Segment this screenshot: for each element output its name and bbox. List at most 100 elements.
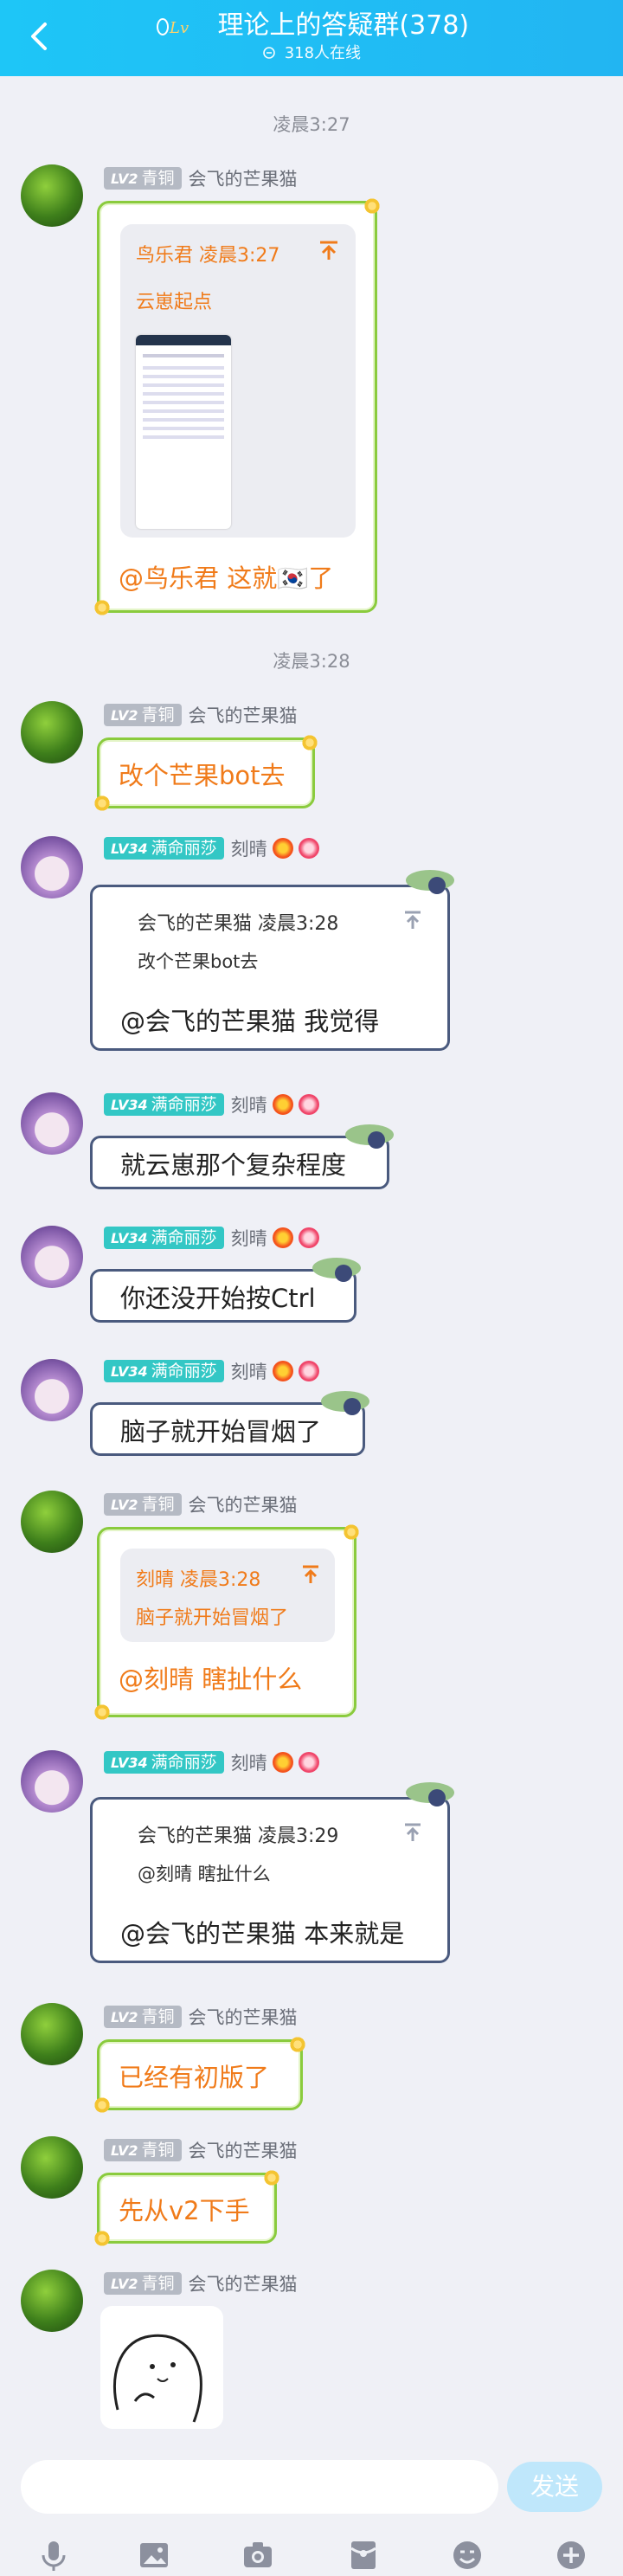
character-decoration-icon	[406, 1782, 454, 1806]
camera-icon[interactable]	[241, 2538, 275, 2573]
message-text: 你还没开始按Ctrl	[120, 1284, 316, 1313]
online-count-row: 318人在线	[0, 43, 623, 64]
image-icon[interactable]	[137, 2538, 171, 2573]
message-bubble[interactable]: 脑子就开始冒烟了	[90, 1391, 369, 1456]
avatar[interactable]	[21, 1092, 83, 1155]
sender-meta: LV34 满命丽莎 刻晴	[104, 1750, 319, 1774]
flower-decoration-icon	[93, 2096, 112, 2115]
smile-badge-icon	[298, 1094, 319, 1115]
chat-header: Lv 理论上的答疑群(378) 318人在线	[0, 0, 623, 76]
input-bar: 发送	[0, 2450, 623, 2576]
avatar[interactable]	[21, 1491, 83, 1553]
message-bubble[interactable]: 已经有初版了	[93, 2035, 307, 2115]
jump-to-quote-icon[interactable]	[402, 910, 423, 931]
avatar[interactable]	[21, 2136, 83, 2199]
red-packet-icon[interactable]	[346, 2538, 381, 2573]
sender-name[interactable]: 刻晴	[231, 1749, 267, 1775]
level-badge: LV34 满命丽莎	[104, 837, 224, 860]
flower-decoration-icon	[262, 2168, 281, 2187]
avatar[interactable]	[21, 1359, 83, 1421]
timestamp: 凌晨3:28	[273, 651, 350, 672]
quoted-message[interactable]: 鸟乐君 凌晨3:27 云崽起点	[120, 224, 356, 538]
online-count: 318人在线	[284, 44, 362, 62]
message-bubble[interactable]: 鸟乐君 凌晨3:27 云崽起点 @鸟乐君 这就🇰🇷了	[93, 196, 382, 617]
group-title-row[interactable]: Lv 理论上的答疑群(378)	[0, 9, 623, 43]
sender-meta: LV2 青铜 会飞的芒果猫	[104, 2271, 298, 2296]
smile-badge-icon	[298, 1752, 319, 1773]
message-bubble[interactable]: 会飞的芒果猫 凌晨3:28 改个芒果bot去 @会飞的芒果猫 我觉得	[90, 870, 454, 1051]
sender-name[interactable]: 会飞的芒果猫	[189, 702, 298, 728]
sender-meta: LV34 满命丽莎 刻晴	[104, 836, 319, 860]
smile-badge-icon	[298, 1361, 319, 1381]
message-text: @会飞的芒果猫 我觉得	[120, 1007, 380, 1036]
jump-to-quote-icon[interactable]	[402, 1822, 423, 1843]
sender-meta: LV2 青铜 会飞的芒果猫	[104, 703, 298, 727]
emoji-icon[interactable]	[450, 2538, 485, 2573]
fire-badge-icon	[272, 1752, 293, 1773]
flower-decoration-icon	[342, 1523, 361, 1542]
jump-to-quote-icon[interactable]	[300, 1564, 321, 1585]
avatar[interactable]	[21, 2270, 83, 2332]
character-decoration-icon	[312, 1258, 361, 1282]
flower-decoration-icon	[93, 598, 112, 617]
sender-meta: LV2 青铜 会飞的芒果猫	[104, 166, 298, 190]
avatar[interactable]	[21, 1750, 83, 1813]
quoted-screenshot-thumbnail[interactable]	[136, 335, 231, 529]
sender-name[interactable]: 会飞的芒果猫	[189, 165, 298, 191]
sender-name[interactable]: 刻晴	[231, 1358, 267, 1384]
avatar[interactable]	[21, 1226, 83, 1288]
sender-name[interactable]: 会飞的芒果猫	[189, 2270, 298, 2296]
group-level-logo-icon: Lv	[156, 17, 189, 37]
fire-badge-icon	[272, 838, 293, 859]
quote-header[interactable]: 会飞的芒果猫 凌晨3:29	[138, 1820, 338, 1848]
character-decoration-icon	[321, 1391, 369, 1415]
send-button[interactable]: 发送	[507, 2462, 602, 2512]
message-bubble[interactable]: 刻晴 凌晨3:28 脑子就开始冒烟了 @刻晴 瞎扯什么	[93, 1523, 361, 1722]
sender-name[interactable]: 刻晴	[231, 835, 267, 861]
sender-meta: LV34 满命丽莎 刻晴	[104, 1359, 319, 1383]
plus-icon[interactable]	[554, 2538, 588, 2573]
smile-badge-icon	[298, 1227, 319, 1248]
level-badge: LV2 青铜	[104, 704, 182, 726]
fire-badge-icon	[272, 1227, 293, 1248]
flower-decoration-icon	[288, 2035, 307, 2054]
quote-header[interactable]: 会飞的芒果猫 凌晨3:28	[138, 908, 338, 936]
flower-decoration-icon	[363, 196, 382, 216]
sender-name[interactable]: 会飞的芒果猫	[189, 1491, 298, 1517]
quote-header: 鸟乐君 凌晨3:27	[136, 245, 280, 267]
flower-decoration-icon	[93, 794, 112, 813]
jump-to-quote-icon[interactable]	[318, 240, 340, 262]
level-badge: LV2 青铜	[104, 2139, 182, 2161]
level-badge: LV34 满命丽莎	[104, 1360, 224, 1382]
message-text: 就云崽那个复杂程度	[120, 1150, 347, 1180]
avatar[interactable]	[21, 164, 83, 227]
quote-text: 云崽起点	[136, 292, 213, 313]
message-bubble[interactable]: 先从v2下手	[93, 2168, 281, 2248]
flower-decoration-icon	[300, 733, 319, 752]
sender-name[interactable]: 刻晴	[231, 1225, 267, 1251]
avatar[interactable]	[21, 2003, 83, 2065]
quote-text: 脑子就开始冒烟了	[136, 1607, 289, 1629]
message-bubble[interactable]: 会飞的芒果猫 凌晨3:29 @刻晴 瞎扯什么 @会飞的芒果猫 本来就是	[90, 1782, 454, 1963]
sticker-image[interactable]	[100, 2306, 223, 2429]
smile-badge-icon	[298, 838, 319, 859]
sender-name[interactable]: 会飞的芒果猫	[189, 2004, 298, 2030]
message-text: @会飞的芒果猫 本来就是	[120, 1919, 405, 1948]
flower-decoration-icon	[93, 2229, 112, 2248]
avatar[interactable]	[21, 701, 83, 763]
microphone-icon[interactable]	[36, 2538, 71, 2573]
level-badge: LV34 满命丽莎	[104, 1751, 224, 1774]
sender-meta: LV2 青铜 会飞的芒果猫	[104, 1492, 298, 1517]
quoted-message[interactable]: 刻晴 凌晨3:28 脑子就开始冒烟了	[120, 1549, 335, 1642]
sender-meta: LV2 青铜 会飞的芒果猫	[104, 2138, 298, 2162]
message-bubble[interactable]: 你还没开始按Ctrl	[90, 1258, 361, 1323]
avatar[interactable]	[21, 836, 83, 898]
message-bubble[interactable]: 改个芒果bot去	[93, 733, 319, 813]
message-bubble[interactable]: 就云崽那个复杂程度	[90, 1124, 394, 1189]
message-input[interactable]	[21, 2460, 498, 2514]
level-badge: LV34 满命丽莎	[104, 1093, 224, 1116]
sender-name[interactable]: 刻晴	[231, 1092, 267, 1117]
sender-name[interactable]: 会飞的芒果猫	[189, 2137, 298, 2163]
sender-meta: LV34 满命丽莎 刻晴	[104, 1092, 319, 1117]
sender-meta: LV34 满命丽莎 刻晴	[104, 1226, 319, 1250]
